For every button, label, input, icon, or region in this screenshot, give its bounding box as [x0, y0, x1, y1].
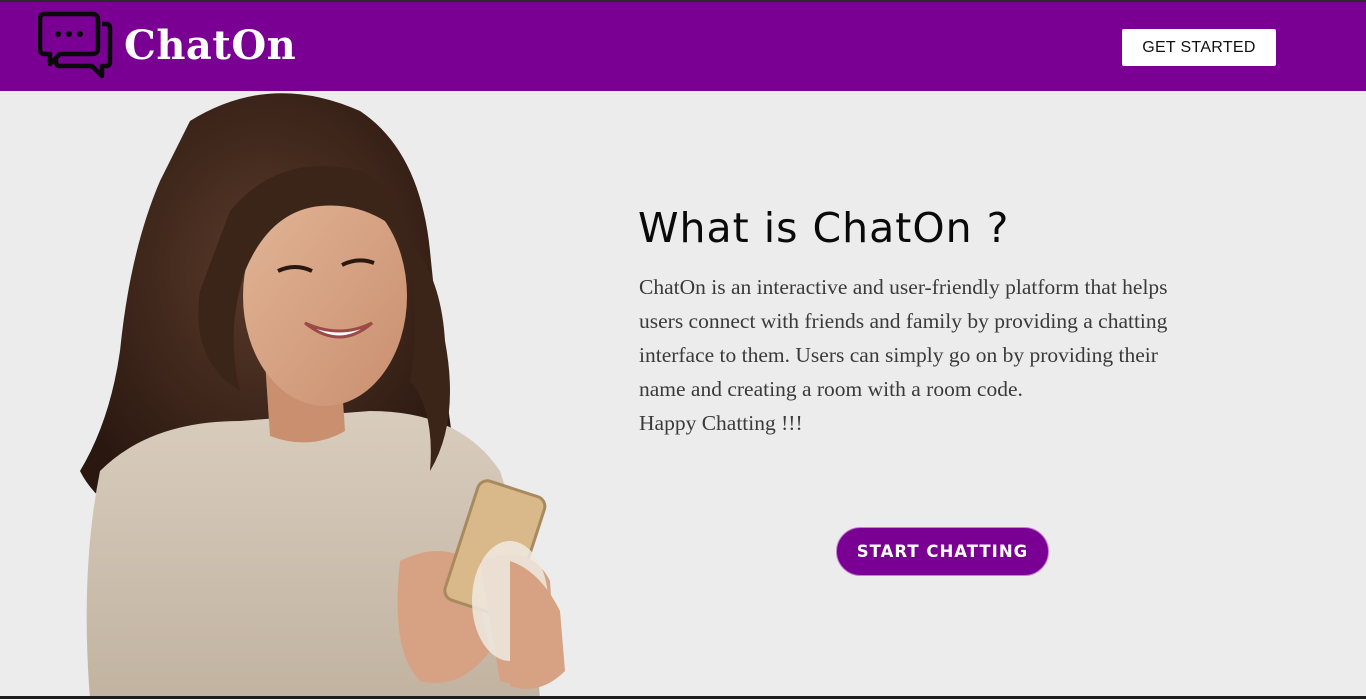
get-started-button[interactable]: GET STARTED [1122, 29, 1276, 66]
description-line: ChatOn is an interactive and user-friend… [639, 275, 1168, 299]
description-line: name and creating a room with a room cod… [639, 377, 1023, 401]
navbar: ChatOn GET STARTED [0, 2, 1366, 91]
description-line: users connect with friends and family by… [639, 309, 1168, 333]
section-heading: What is ChatOn ? [638, 204, 1010, 252]
chat-bubbles-icon [38, 11, 113, 79]
woman-with-phone-photo [40, 91, 600, 699]
brand-logo[interactable]: ChatOn [38, 10, 296, 80]
tagline: Happy Chatting !!! [639, 411, 803, 435]
brand-name: ChatOn [124, 22, 297, 69]
description-text: ChatOn is an interactive and user-friend… [639, 270, 1259, 440]
landing-page: ChatOn GET STARTED What is ChatOn ? Chat… [0, 0, 1366, 699]
start-chatting-button[interactable]: START CHATTING [836, 527, 1049, 576]
description-line: interface to them. Users can simply go o… [639, 343, 1158, 367]
